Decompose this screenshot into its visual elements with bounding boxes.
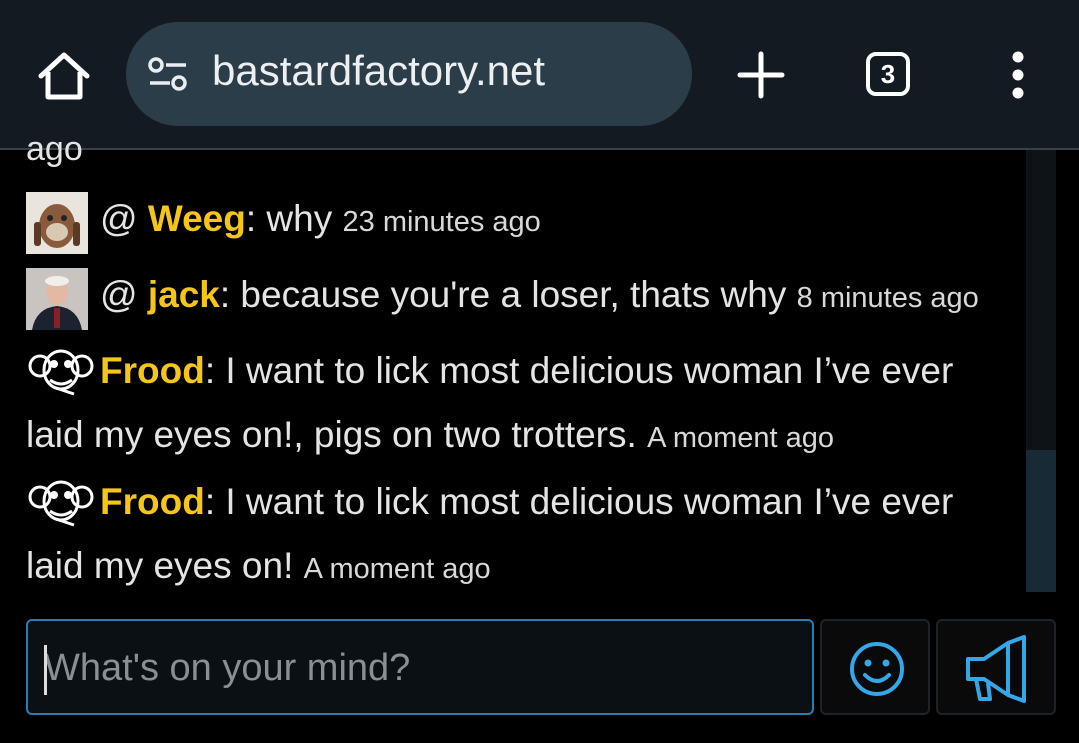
username-link[interactable]: Frood (100, 350, 205, 391)
message-text: : I want to lick most delicious woman I’… (204, 350, 954, 391)
mention-prefix: @ (100, 274, 148, 315)
chat-message-continued: laid my eyes on! A moment ago (26, 545, 491, 587)
emoji-button[interactable] (820, 619, 930, 715)
mention-prefix: @ (100, 198, 148, 239)
monkey-avatar-icon[interactable] (26, 475, 96, 529)
message-text: : because you're a loser, thats why (219, 274, 797, 315)
text-caret (44, 645, 47, 695)
chat-message: Frood: I want to lick most delicious wom… (100, 481, 953, 523)
browser-toolbar: bastardfactory.net 3 (0, 0, 1079, 150)
megaphone-icon (966, 635, 1026, 703)
send-button[interactable] (936, 619, 1056, 715)
message-text: laid my eyes on! (26, 545, 304, 586)
monkey-avatar-icon[interactable] (26, 344, 96, 398)
message-input[interactable] (42, 639, 786, 697)
site-settings-icon[interactable] (148, 56, 188, 92)
avatar-jack[interactable] (26, 268, 88, 330)
username-link[interactable]: Frood (100, 481, 205, 522)
partial-timestamp: ago (26, 130, 83, 168)
message-text: : why (245, 198, 343, 239)
message-text: laid my eyes on!, pigs on two trotters. (26, 414, 648, 455)
chat-scrollbar-thumb[interactable] (1026, 450, 1056, 592)
new-tab-icon[interactable] (734, 48, 788, 102)
chat-message: Frood: I want to lick most delicious wom… (100, 350, 953, 392)
message-time: A moment ago (647, 422, 835, 454)
message-composer (26, 619, 814, 715)
message-time: 23 minutes ago (342, 206, 541, 238)
message-time: A moment ago (303, 553, 491, 585)
address-bar[interactable]: bastardfactory.net (126, 22, 692, 126)
more-options-icon[interactable] (1004, 50, 1032, 100)
message-time: 8 minutes ago (796, 282, 979, 314)
url-text[interactable]: bastardfactory.net (212, 47, 545, 95)
chat-message-continued: laid my eyes on!, pigs on two trotters. … (26, 414, 834, 456)
tab-switcher-button[interactable]: 3 (866, 52, 910, 96)
username-link[interactable]: jack (148, 274, 220, 315)
smiley-icon (850, 642, 904, 696)
avatar-weeg[interactable] (26, 192, 88, 254)
home-icon[interactable] (36, 50, 92, 102)
username-link[interactable]: Weeg (148, 198, 246, 239)
message-text: : I want to lick most delicious woman I’… (204, 481, 954, 522)
chat-message: @ Weeg: why 23 minutes ago (100, 198, 541, 240)
chat-message: @ jack: because you're a loser, thats wh… (100, 274, 979, 316)
